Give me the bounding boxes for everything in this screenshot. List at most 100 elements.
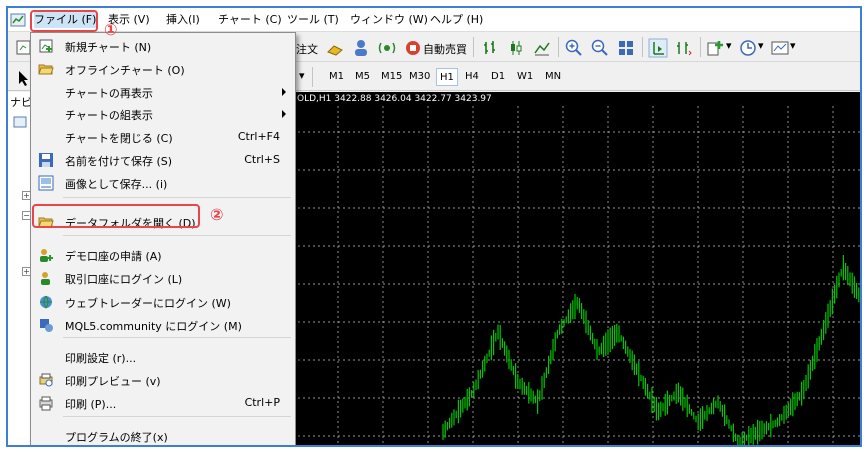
chart-symbol: OLD,H1 [297,94,332,104]
file-menu-item-label: 取引口座にログイン (L) [65,273,183,286]
submenu-arrow-icon [282,88,286,96]
timeframe-button-h4[interactable]: H4 [462,68,482,86]
bar-chart-icon[interactable] [480,38,500,58]
save-image-icon [38,175,54,191]
new-order-button[interactable]: 注文 [296,41,318,57]
timeframe-button-m1[interactable]: M1 [326,68,347,86]
timeframe-button-h1[interactable]: H1 [436,68,458,86]
app-icon [10,13,26,27]
autotrade-icon[interactable] [403,38,423,58]
file-menu-item[interactable]: プログラムの終了(x) [32,425,294,445]
step1-badge: ① [104,20,118,39]
file-menu-item-label: プログラムの終了(x) [65,431,168,444]
print-preview-icon [39,373,53,387]
file-menu-item-label: デモ口座の申請 (A) [65,250,162,263]
chevron-down-icon[interactable]: ▾ [758,39,764,52]
login-icon [41,272,50,285]
file-menu-item-label: 印刷 (P)... [65,398,117,411]
timeframe-button-w1[interactable]: W1 [514,68,536,86]
chart-shift-icon[interactable] [648,38,668,58]
timeframe-button-m30[interactable]: M30 [406,68,433,86]
chevron-down-icon[interactable]: ▾ [299,69,305,82]
auto-scroll-icon[interactable] [674,38,694,58]
menu-separator [63,197,291,198]
toolbar-separator [642,37,643,57]
chart-close: 3423.97 [454,94,492,104]
file-menu-item[interactable]: デモ口座の申請 (A) [32,244,294,266]
file-menu-item[interactable]: チャートの再表示 [32,81,294,103]
file-menu-item-shortcut: Ctrl+S [244,153,280,166]
chart-ohlc-info: OLD,H1 3422.88 3426.04 3422.77 3423.97 [297,94,492,104]
menu-tools[interactable]: ツール (T) [287,12,339,28]
toolbar-separator [700,37,701,57]
terminal-icon [13,116,27,128]
chart-low: 3422.77 [414,94,452,104]
candlestick-icon[interactable] [506,38,526,58]
file-menu-item-label: オフラインチャート (O) [65,64,185,77]
user-icon[interactable] [351,38,371,58]
toolbar-separator [312,67,313,87]
menu-help[interactable]: ヘルプ (H) [430,12,483,28]
file-menu-item[interactable]: 名前を付けて保存 (S) Ctrl+S [32,149,294,171]
chevron-down-icon[interactable]: ▾ [790,39,796,52]
file-menu-item[interactable]: 新規チャート (N) [32,35,294,57]
submenu-arrow-icon [282,110,286,118]
chart-open: 3422.88 [334,94,372,104]
navigator-title: ナビ [10,96,32,109]
timeframe-button-mn[interactable]: MN [542,68,564,86]
menu-insert[interactable]: 挿入(I) [166,12,200,28]
step1-highlight [30,10,98,32]
file-menu-item[interactable]: チャートの組表示 [32,103,294,125]
file-menu-item-shortcut: Ctrl+P [244,396,280,409]
file-menu-item[interactable]: 画像として保存... (i) [32,172,294,194]
file-menu-item[interactable]: 印刷プレビュー (v) [32,369,294,391]
file-menu-item[interactable]: MQL5.community にログイン (M) [32,314,294,336]
demo-account-icon [40,249,53,262]
file-menu-item-label: 名前を付けて保存 (S) [65,155,173,168]
menu-separator [63,235,291,236]
file-menu-item[interactable]: ウェブトレーダーにログイン (W) [32,291,294,313]
chart-high: 3426.04 [374,94,412,104]
timeframe-button-d1[interactable]: D1 [488,68,508,86]
menu-chart[interactable]: チャート (C) [218,12,282,28]
menu-window[interactable]: ウィンドウ (W) [350,12,428,28]
file-menu-item-label: 印刷設定 (r)... [65,352,137,365]
menu-separator [63,416,291,417]
file-menu-item[interactable]: 印刷設定 (r)... [32,346,294,368]
templates-icon[interactable] [770,38,790,58]
autotrade-button[interactable]: 自動売買 [423,41,467,57]
step2-highlight [32,204,200,228]
tile-windows-icon[interactable] [616,38,636,58]
step2-badge: ② [210,205,224,224]
file-menu-item-label: MQL5.community にログイン (M) [65,320,242,333]
new-chart-icon [39,39,53,53]
folder-open-icon [38,64,54,75]
file-menu-item-label: 新規チャート (N) [65,41,152,54]
timeframe-button-m15[interactable]: M15 [378,68,405,86]
file-menu-item[interactable]: チャートを閉じる (C) Ctrl+F4 [32,126,294,148]
gold-bars-icon[interactable] [325,38,345,58]
chevron-down-icon[interactable]: ▾ [726,39,732,52]
print-icon [39,396,53,411]
file-menu-dropdown: 新規チャート (N) オフラインチャート (O) チャートの再表示チャートの組表示チ… [30,32,296,445]
file-menu-item-label: チャートの組表示 [65,109,153,122]
line-chart-icon[interactable] [532,38,552,58]
save-icon [39,153,53,167]
timeframe-button-m5[interactable]: M5 [352,68,373,86]
file-menu-item[interactable]: 印刷 (P)... Ctrl+P [32,392,294,414]
web-trader-icon [40,295,52,309]
mql5-icon [40,319,53,332]
file-menu-item[interactable]: 取引口座にログイン (L) [32,267,294,289]
chart-canvas [293,106,860,445]
toolbar-separator [558,37,559,57]
periods-clock-icon[interactable] [738,38,758,58]
signal-icon[interactable] [377,38,397,58]
file-menu-item-label: チャートを閉じる (C) [65,132,173,145]
indicators-icon[interactable] [706,38,726,58]
zoom-in-icon[interactable] [564,38,584,58]
file-menu-item[interactable]: オフラインチャート (O) [32,58,294,80]
zoom-out-icon[interactable] [590,38,610,58]
price-chart[interactable]: OLD,H1 3422.88 3426.04 3422.77 3423.97 [293,92,860,445]
toolbar-separator [473,37,474,57]
menu-bar: ファイル (F) 表示 (V) 挿入(I) チャート (C) ツール (T) ウ… [8,8,860,32]
